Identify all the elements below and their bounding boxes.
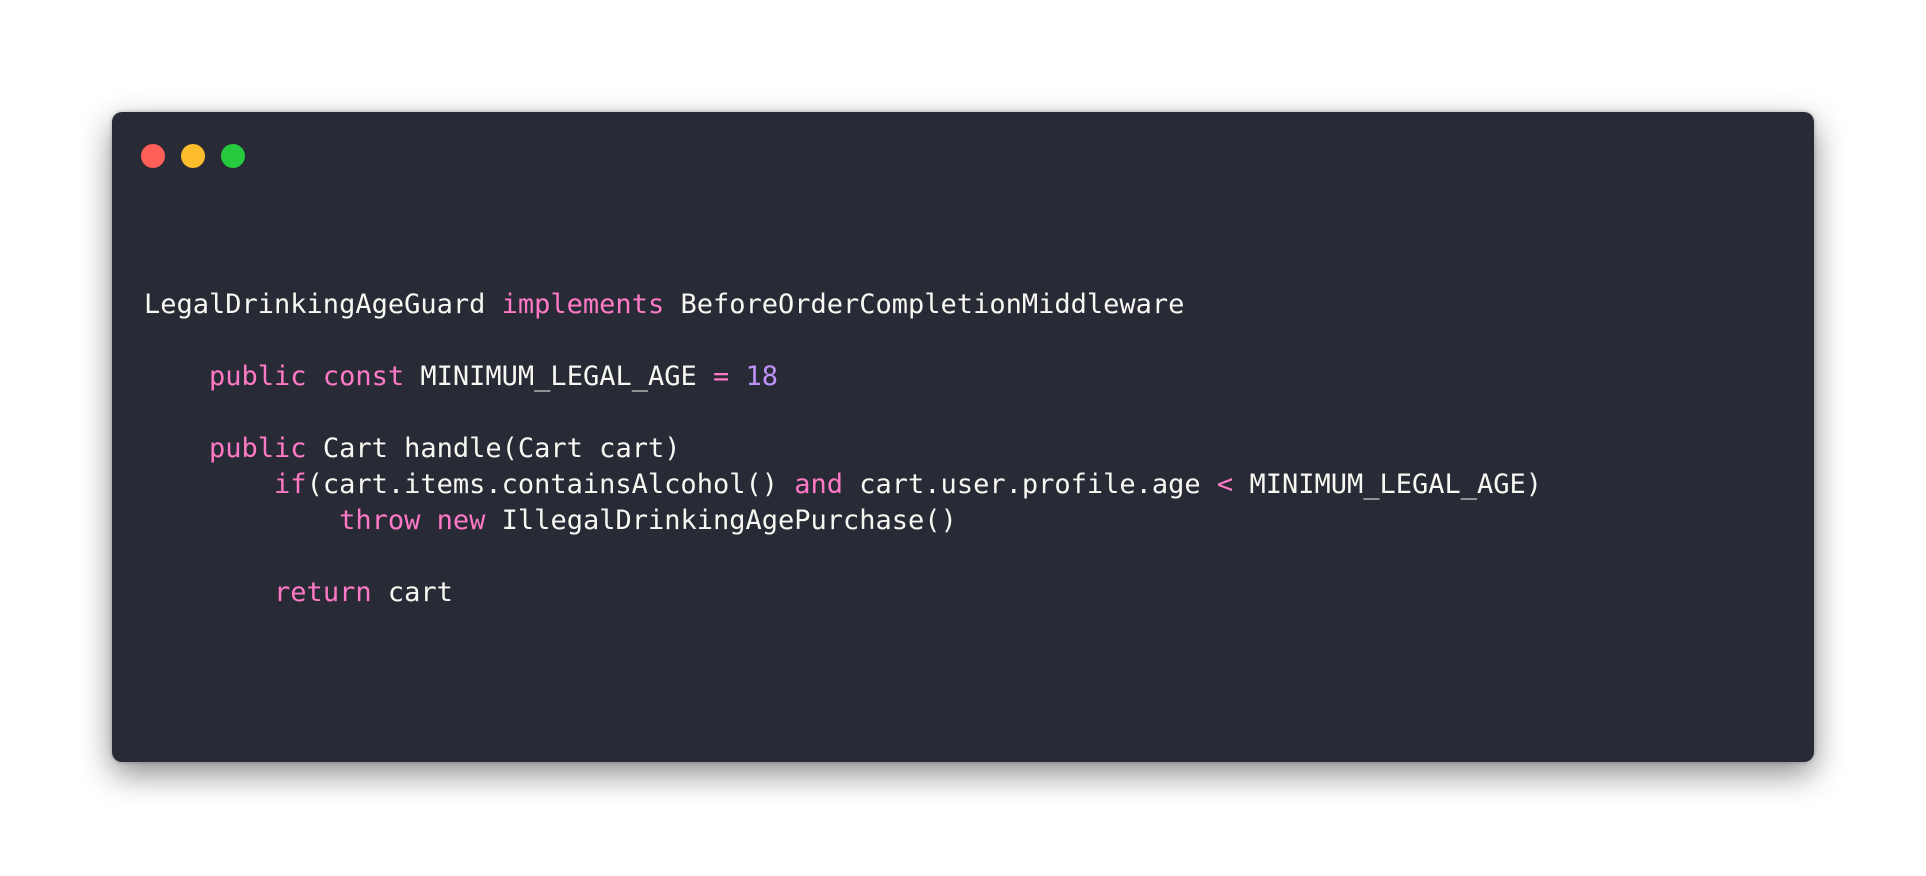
code-line-class-declaration: LegalDrinkingAgeGuard implements BeforeO… [144, 287, 1542, 323]
throw-keyword: throw [339, 505, 421, 536]
code-window: LegalDrinkingAgeGuard implements BeforeO… [112, 112, 1814, 762]
close-dot-icon [141, 144, 165, 168]
maximize-dot-icon [221, 144, 245, 168]
constant-value: 18 [745, 361, 779, 392]
const-keyword: const [322, 361, 405, 392]
exception-constructor: IllegalDrinkingAgePurchase() [501, 505, 957, 536]
public-keyword: public [209, 433, 307, 464]
if-keyword: if [274, 469, 307, 500]
return-keyword: return [274, 577, 372, 608]
condition-mid: cart.user.profile.age [859, 469, 1201, 500]
condition-left: (cart.items.containsAlcohol() [306, 469, 778, 500]
interface-name: BeforeOrderCompletionMiddleware [680, 289, 1185, 320]
minimize-dot-icon [181, 144, 205, 168]
new-keyword: new [436, 505, 486, 536]
return-value: cart [387, 577, 453, 608]
constant-name: MINIMUM_LEGAL_AGE [420, 361, 697, 392]
code-line-constant: public const MINIMUM_LEGAL_AGE = 18 [144, 359, 1542, 395]
code-line-method-signature: public Cart handle(Cart cart) [144, 431, 1542, 467]
equals-operator: = [713, 361, 730, 392]
and-keyword: and [794, 469, 844, 500]
code-line-if: if(cart.items.containsAlcohol() and cart… [144, 467, 1542, 503]
method-signature: Cart handle(Cart cart) [322, 433, 681, 464]
code-line-return: return cart [144, 575, 1542, 611]
less-than-operator: < [1216, 469, 1234, 500]
implements-keyword: implements [501, 289, 665, 320]
code-block: LegalDrinkingAgeGuard implements BeforeO… [144, 287, 1542, 611]
class-name: LegalDrinkingAgeGuard [144, 289, 486, 320]
condition-right: MINIMUM_LEGAL_AGE) [1249, 469, 1543, 500]
public-keyword: public [209, 361, 307, 392]
code-line-throw: throw new IllegalDrinkingAgePurchase() [144, 503, 1542, 539]
